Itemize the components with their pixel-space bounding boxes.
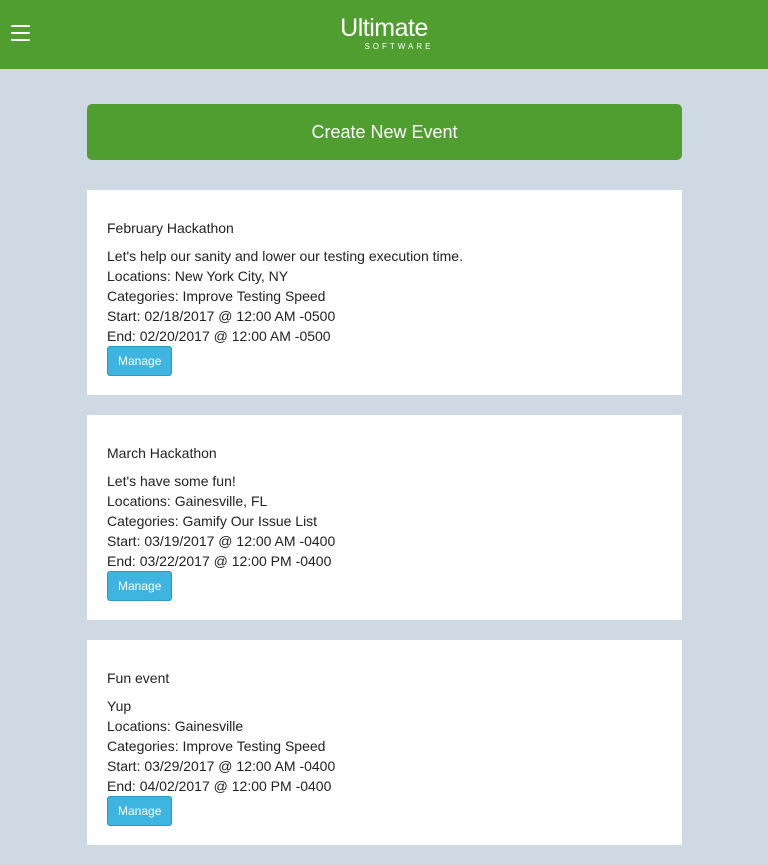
manage-button[interactable]: Manage: [107, 346, 173, 376]
top-navbar: Ultimate SOFTWARE: [0, 0, 768, 69]
event-description: Let's have some fun!: [107, 473, 236, 489]
logo-sub-text: SOFTWARE: [364, 42, 434, 51]
event-list: February Hackathon Let's help our sanity…: [87, 190, 682, 865]
event-start: Start: 02/18/2017 @ 12:00 AM -0500: [107, 308, 336, 324]
event-end: End: 03/22/2017 @ 12:00 PM -0400: [107, 553, 332, 569]
event-title: March Hackathon: [107, 445, 217, 461]
event-description: Let's help our sanity and lower our test…: [107, 248, 463, 264]
create-new-event-button[interactable]: Create New Event: [87, 104, 682, 160]
event-end: End: 02/20/2017 @ 12:00 AM -0500: [107, 328, 331, 344]
event-locations: Locations: Gainesville, FL: [107, 493, 268, 509]
event-title: Fun event: [107, 670, 170, 686]
event-categories: Categories: Gamify Our Issue List: [107, 513, 318, 529]
ultimate-software-logo: Ultimate SOFTWARE: [0, 14, 768, 51]
event-categories: Categories: Improve Testing Speed: [107, 288, 326, 304]
event-card: Fun event Yup Locations: Gainesville Cat…: [87, 640, 682, 845]
event-locations: Locations: New York City, NY: [107, 268, 289, 284]
logo-main-text: Ultimate: [340, 14, 428, 42]
event-description: Yup: [107, 698, 132, 714]
event-card: March Hackathon Let's have some fun! Loc…: [87, 415, 682, 620]
event-categories: Categories: Improve Testing Speed: [107, 738, 326, 754]
event-card: February Hackathon Let's help our sanity…: [87, 190, 682, 395]
event-title: February Hackathon: [107, 220, 234, 236]
manage-button[interactable]: Manage: [107, 796, 173, 826]
manage-button[interactable]: Manage: [107, 571, 173, 601]
event-start: Start: 03/19/2017 @ 12:00 AM -0400: [107, 533, 336, 549]
event-locations: Locations: Gainesville: [107, 718, 244, 734]
event-end: End: 04/02/2017 @ 12:00 PM -0400: [107, 778, 332, 794]
event-start: Start: 03/29/2017 @ 12:00 AM -0400: [107, 758, 336, 774]
